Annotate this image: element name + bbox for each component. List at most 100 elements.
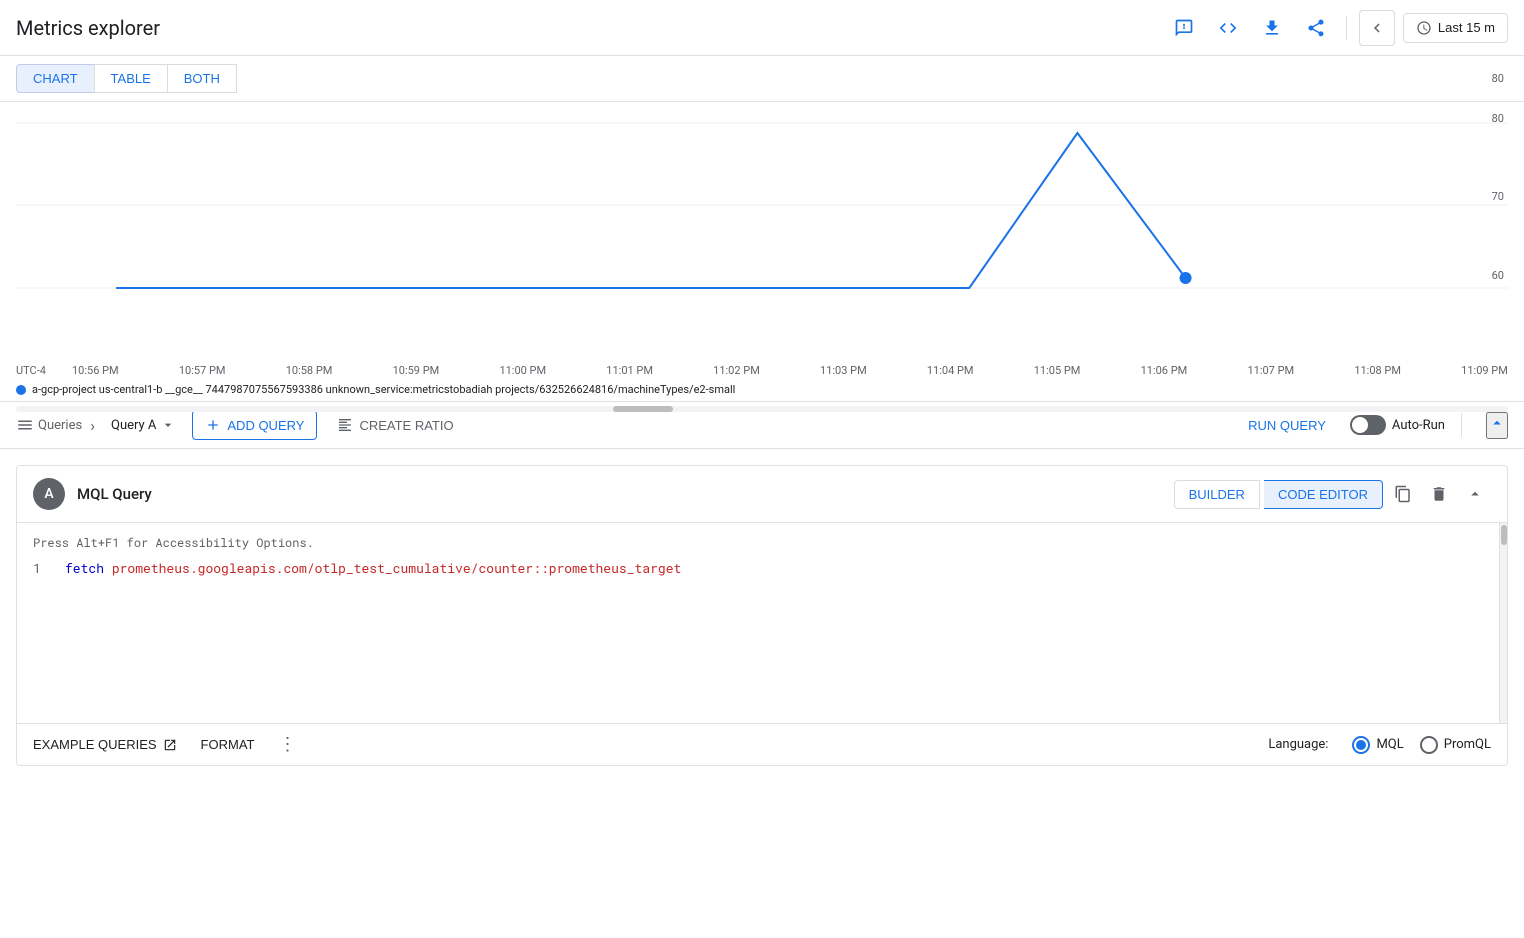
x-label-4: 11:00 PM	[499, 364, 546, 377]
mql-header-actions: BUILDER CODE EDITOR	[1174, 478, 1491, 510]
collapse-btn[interactable]	[1486, 412, 1508, 439]
download-icon	[1262, 18, 1282, 38]
x-label-13: 11:09 PM	[1461, 364, 1508, 377]
more-options-btn[interactable]: ⋮	[278, 734, 296, 755]
copy-btn[interactable]	[1387, 478, 1419, 510]
promql-radio[interactable]: PromQL	[1420, 736, 1491, 754]
legend-text: a-gcp-project us-central1-b __gce__ 7447…	[32, 383, 735, 396]
mql-panel: A MQL Query BUILDER CODE EDITOR Press Al…	[16, 465, 1508, 766]
x-label-0: 10:56 PM	[72, 364, 119, 377]
x-labels-row: UTC-4 10:56 PM 10:57 PM 10:58 PM 10:59 P…	[16, 362, 1508, 377]
code-line-1: 1 fetch prometheus.googleapis.com/otlp_t…	[33, 559, 1491, 577]
queries-menu-btn[interactable]: Queries	[16, 416, 82, 434]
format-btn[interactable]: FORMAT	[201, 737, 255, 752]
back-btn[interactable]	[1359, 10, 1395, 46]
queries-label-text: Queries	[38, 418, 82, 433]
external-link-icon	[163, 738, 177, 752]
code-icon	[1218, 18, 1238, 38]
language-label: Language:	[1268, 737, 1328, 752]
add-query-btn[interactable]: ADD QUERY	[192, 410, 317, 440]
x-label-10: 11:06 PM	[1141, 364, 1188, 377]
create-ratio-btn[interactable]: CREATE RATIO	[325, 411, 465, 439]
editor-scrollbar-thumb[interactable]	[1501, 525, 1507, 545]
y-label-80: 80	[1492, 112, 1504, 125]
create-ratio-label: CREATE RATIO	[359, 418, 453, 433]
menu-icon	[16, 416, 34, 434]
x-label-12: 11:08 PM	[1354, 364, 1401, 377]
code-keyword: fetch	[65, 559, 104, 577]
run-query-label: RUN QUERY	[1248, 418, 1326, 433]
x-label-2: 10:58 PM	[286, 364, 333, 377]
tab-chart[interactable]: CHART	[16, 64, 94, 93]
expand-less-icon	[1466, 485, 1484, 503]
time-range-btn[interactable]: Last 15 m	[1403, 13, 1508, 43]
chevron-right-icon: ›	[90, 416, 95, 435]
clock-icon	[1416, 20, 1432, 36]
builder-btn[interactable]: BUILDER	[1174, 480, 1260, 509]
panel-footer: EXAMPLE QUERIES FORMAT ⋮ Language: MQL P…	[17, 723, 1507, 765]
x-label-7: 11:03 PM	[820, 364, 867, 377]
x-label-5: 11:01 PM	[606, 364, 653, 377]
run-query-btn[interactable]: RUN QUERY	[1232, 412, 1342, 439]
header-actions: Last 15 m	[1166, 10, 1508, 46]
tab-table[interactable]: TABLE	[94, 64, 167, 93]
share-icon	[1306, 18, 1326, 38]
chart-scrollbar-track[interactable]	[16, 406, 1508, 412]
promql-radio-circle	[1420, 736, 1438, 754]
query-avatar: A	[33, 478, 65, 510]
add-icon	[205, 417, 221, 433]
toolbar-divider	[1461, 413, 1462, 437]
example-queries-btn[interactable]: EXAMPLE QUERIES	[33, 737, 177, 752]
code-hint: Press Alt+F1 for Accessibility Options.	[33, 535, 1491, 551]
chart-svg	[16, 118, 1508, 358]
download-icon-btn[interactable]	[1254, 10, 1290, 46]
query-selector[interactable]: Query A	[103, 413, 184, 437]
y-max-label: 80	[237, 72, 1508, 85]
y-label-60: 60	[1492, 269, 1504, 282]
auto-run-toggle[interactable]: Auto-Run	[1350, 415, 1445, 435]
editor-scrollbar[interactable]	[1499, 523, 1507, 723]
header-divider	[1346, 16, 1347, 40]
line-number: 1	[33, 559, 49, 577]
share-icon-btn[interactable]	[1298, 10, 1334, 46]
mql-radio[interactable]: MQL	[1352, 736, 1403, 754]
y-label-70: 70	[1492, 190, 1504, 203]
code-url: prometheus.googleapis.com/otlp_test_cumu…	[112, 559, 682, 577]
copy-icon	[1394, 485, 1412, 503]
time-range-label: Last 15 m	[1438, 20, 1495, 35]
feedback-icon	[1174, 18, 1194, 38]
mql-panel-header: A MQL Query BUILDER CODE EDITOR	[17, 466, 1507, 523]
mql-radio-label: MQL	[1376, 737, 1403, 752]
language-radio-group: MQL PromQL	[1352, 736, 1491, 754]
chart-datapoint	[1180, 272, 1192, 284]
app-header: Metrics explorer Last 15 m	[0, 0, 1524, 56]
example-queries-label: EXAMPLE QUERIES	[33, 737, 157, 752]
settings-icon-btn[interactable]	[1210, 10, 1246, 46]
chart-scrollbar-thumb[interactable]	[613, 406, 673, 412]
tab-both[interactable]: BOTH	[167, 64, 237, 93]
x-time-labels: 10:56 PM 10:57 PM 10:58 PM 10:59 PM 11:0…	[72, 364, 1508, 377]
x-label-11: 11:07 PM	[1247, 364, 1294, 377]
x-tz-label: UTC-4	[16, 364, 72, 377]
x-label-9: 11:05 PM	[1034, 364, 1081, 377]
x-label-8: 11:04 PM	[927, 364, 974, 377]
add-query-label: ADD QUERY	[227, 418, 304, 433]
x-label-3: 10:59 PM	[393, 364, 440, 377]
query-name: Query A	[111, 418, 156, 433]
code-editor-btn[interactable]: CODE EDITOR	[1264, 480, 1383, 509]
ratio-icon	[337, 417, 353, 433]
chart-area: 80 70 60 UTC-4 10:56 PM 10:57 PM 10:58 P…	[0, 102, 1524, 402]
app-title: Metrics explorer	[16, 16, 160, 40]
mql-radio-circle	[1352, 736, 1370, 754]
toggle-knob	[1352, 417, 1368, 433]
toggle-switch[interactable]	[1350, 415, 1386, 435]
delete-icon	[1430, 485, 1448, 503]
code-editor-area[interactable]: Press Alt+F1 for Accessibility Options. …	[17, 523, 1507, 723]
chevron-left-icon	[1368, 19, 1386, 37]
x-label-1: 10:57 PM	[179, 364, 226, 377]
collapse-panel-btn[interactable]	[1459, 478, 1491, 510]
promql-radio-label: PromQL	[1444, 737, 1491, 752]
feedback-icon-btn[interactable]	[1166, 10, 1202, 46]
delete-btn[interactable]	[1423, 478, 1455, 510]
chart-legend: a-gcp-project us-central1-b __gce__ 7447…	[16, 377, 1508, 404]
